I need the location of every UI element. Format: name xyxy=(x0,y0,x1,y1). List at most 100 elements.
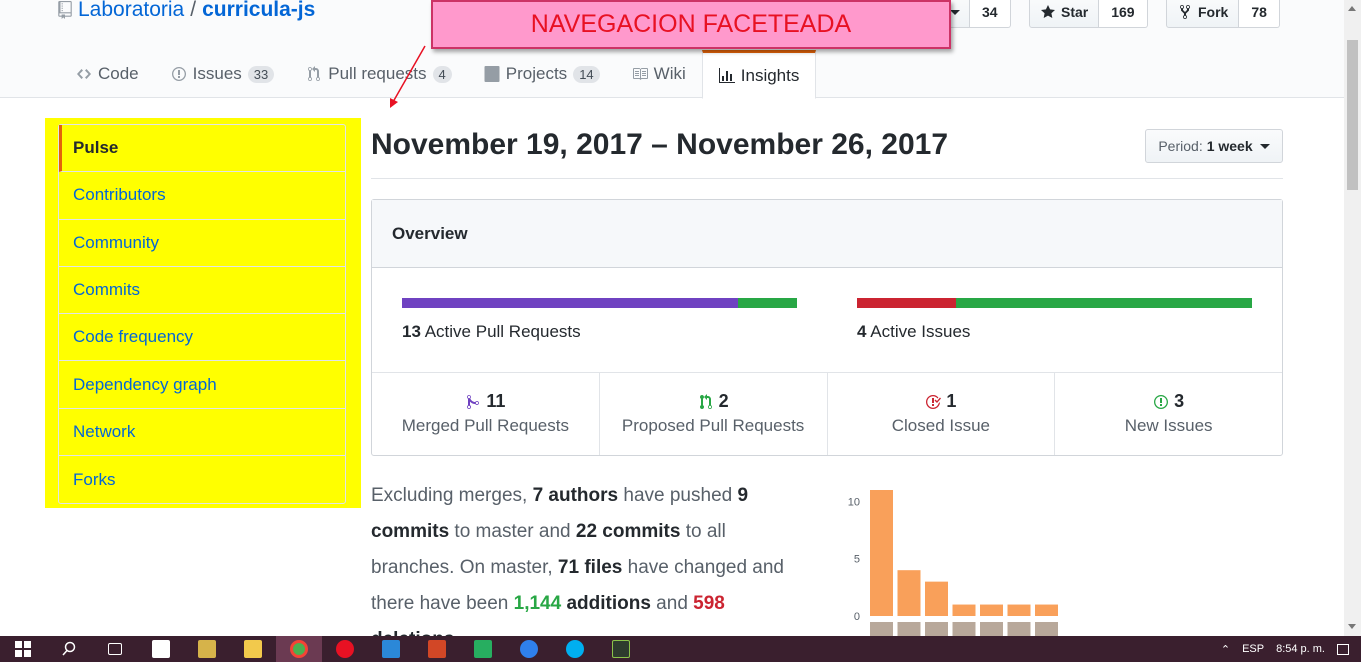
tab-issues-counter: 33 xyxy=(247,65,275,83)
tab-pull-requests[interactable]: Pull requests 4 xyxy=(290,50,468,98)
author-avatar[interactable] xyxy=(897,622,921,636)
author-avatar[interactable] xyxy=(1035,622,1058,636)
overview-bars: 13 Active Pull Requests 4 Active Issues xyxy=(372,268,1282,373)
active-pull-requests[interactable]: 13 Active Pull Requests xyxy=(402,322,581,342)
open-segment xyxy=(955,298,1252,308)
merged-segment xyxy=(402,298,738,308)
sidebar-item-network[interactable]: Network xyxy=(59,409,345,457)
taskbar-skype[interactable] xyxy=(552,636,598,662)
git-pull-request-icon xyxy=(308,66,321,82)
scroll-thumb[interactable] xyxy=(1347,40,1358,190)
repo-icon xyxy=(58,1,72,19)
taskbar-powerpoint[interactable] xyxy=(414,636,460,662)
page-scrollbar[interactable] xyxy=(1344,0,1361,636)
tab-pull-requests-counter: 4 xyxy=(432,65,452,83)
overview-stats: 11 Merged Pull Requests 2 Proposed Pull … xyxy=(372,373,1282,455)
star-button[interactable]: Star xyxy=(1029,0,1100,28)
taskbar-firefox-dev[interactable] xyxy=(506,636,552,662)
issue-closed-icon xyxy=(926,394,942,409)
repo-owner-link[interactable]: Laboratoria xyxy=(78,0,184,22)
taskbar-chrome[interactable] xyxy=(276,636,322,662)
search-button[interactable] xyxy=(46,636,92,662)
star-count[interactable]: 169 xyxy=(1099,0,1148,28)
taskbar-shield-app[interactable] xyxy=(460,636,506,662)
task-view-button[interactable] xyxy=(92,636,138,662)
stat-merged-pull-requests[interactable]: 11 Merged Pull Requests xyxy=(372,373,600,455)
overview-panel: Overview 13 Active Pull Requests 4 Activ… xyxy=(371,199,1283,456)
author-avatar[interactable] xyxy=(952,622,976,636)
issue-ratio-bar xyxy=(857,298,1252,308)
author-avatar[interactable] xyxy=(925,622,948,636)
chart-bar[interactable] xyxy=(1035,604,1058,616)
chart-bar[interactable] xyxy=(980,604,1003,616)
repo-name-link[interactable]: curricula-js xyxy=(202,0,315,22)
tab-projects[interactable]: Projects 14 xyxy=(468,50,616,98)
taskbar-app[interactable] xyxy=(184,636,230,662)
issue-opened-icon xyxy=(171,67,186,81)
sidebar-item-code-frequency[interactable]: Code frequency xyxy=(59,314,345,362)
chart-bar[interactable] xyxy=(870,490,893,616)
chevron-up-icon[interactable]: ⌃ xyxy=(1221,643,1230,656)
watch-count[interactable]: 34 xyxy=(970,0,1011,28)
stat-new-issues[interactable]: 3 New Issues xyxy=(1055,373,1282,455)
language-indicator[interactable]: ESP xyxy=(1242,643,1264,655)
period-value: 1 week xyxy=(1206,138,1253,154)
powerpoint-icon xyxy=(428,640,446,658)
summary-files: 71 files xyxy=(557,557,623,578)
chart-bar[interactable] xyxy=(897,570,921,616)
active-pull-requests-label: Active Pull Requests xyxy=(424,322,581,341)
caret-down-icon xyxy=(1259,143,1270,149)
tab-wiki[interactable]: Wiki xyxy=(616,50,702,98)
repo-separator: / xyxy=(190,0,197,21)
sidebar-item-contributors[interactable]: Contributors xyxy=(59,172,345,220)
fork-group: Fork 78 xyxy=(1166,0,1280,28)
taskbar-terminal[interactable] xyxy=(598,636,644,662)
issue-opened-icon xyxy=(1154,394,1169,409)
repo-tabs: Code Issues 33 Pull requests 4 Projects … xyxy=(60,50,817,99)
clock[interactable]: 8:54 p. m. xyxy=(1276,643,1325,655)
sidebar-item-community[interactable]: Community xyxy=(59,220,345,267)
summary-text: have pushed xyxy=(618,485,738,506)
windows-logo-icon xyxy=(15,641,31,657)
stat-proposed-pull-requests[interactable]: 2 Proposed Pull Requests xyxy=(600,373,828,455)
author-avatar[interactable] xyxy=(980,622,1003,636)
browser-icon xyxy=(520,640,538,658)
sidebar-item-pulse[interactable]: Pulse xyxy=(59,125,345,173)
tab-issues[interactable]: Issues 33 xyxy=(155,50,291,98)
author-avatar[interactable] xyxy=(870,622,893,636)
active-issues[interactable]: 4 Active Issues xyxy=(857,322,970,342)
insights-sidebar-menu: Pulse Contributors Community Commits Cod… xyxy=(58,124,346,505)
fork-icon xyxy=(1180,4,1190,20)
vscode-icon xyxy=(382,640,400,658)
caret-down-icon xyxy=(950,9,960,15)
sidebar-item-commits[interactable]: Commits xyxy=(59,267,345,315)
sidebar-item-dependency-graph[interactable]: Dependency graph xyxy=(59,361,345,409)
sidebar-item-forks[interactable]: Forks xyxy=(59,456,345,503)
git-pull-request-icon xyxy=(699,393,712,409)
tab-insights[interactable]: Insights xyxy=(701,50,817,99)
notifications-icon[interactable] xyxy=(1337,643,1349,655)
chart-bar[interactable] xyxy=(952,604,976,616)
stat-closed-issue[interactable]: 1 Closed Issue xyxy=(828,373,1056,455)
taskbar-vscode[interactable] xyxy=(368,636,414,662)
author-avatar[interactable] xyxy=(1007,622,1031,636)
stat-new-label: New Issues xyxy=(1124,416,1213,435)
windows-start-button[interactable] xyxy=(0,636,46,662)
taskbar-store[interactable] xyxy=(138,636,184,662)
summary-additions-word: additions xyxy=(561,593,651,614)
period-select[interactable]: Period: 1 week xyxy=(1145,129,1283,163)
taskbar-explorer[interactable] xyxy=(230,636,276,662)
opera-icon xyxy=(336,640,354,658)
chart-bar[interactable] xyxy=(925,581,948,616)
fork-count[interactable]: 78 xyxy=(1239,0,1280,28)
summary-deletions-num: 598 xyxy=(693,593,725,614)
fork-button[interactable]: Fork xyxy=(1166,0,1240,28)
taskbar-opera[interactable] xyxy=(322,636,368,662)
divider xyxy=(371,178,1283,179)
scroll-up-icon[interactable] xyxy=(1348,6,1356,11)
active-issues-label: Active Issues xyxy=(870,322,971,341)
active-issues-count: 4 xyxy=(857,322,867,341)
chart-bar[interactable] xyxy=(1007,604,1031,616)
scroll-down-icon[interactable] xyxy=(1348,624,1356,629)
tab-code[interactable]: Code xyxy=(60,50,155,98)
